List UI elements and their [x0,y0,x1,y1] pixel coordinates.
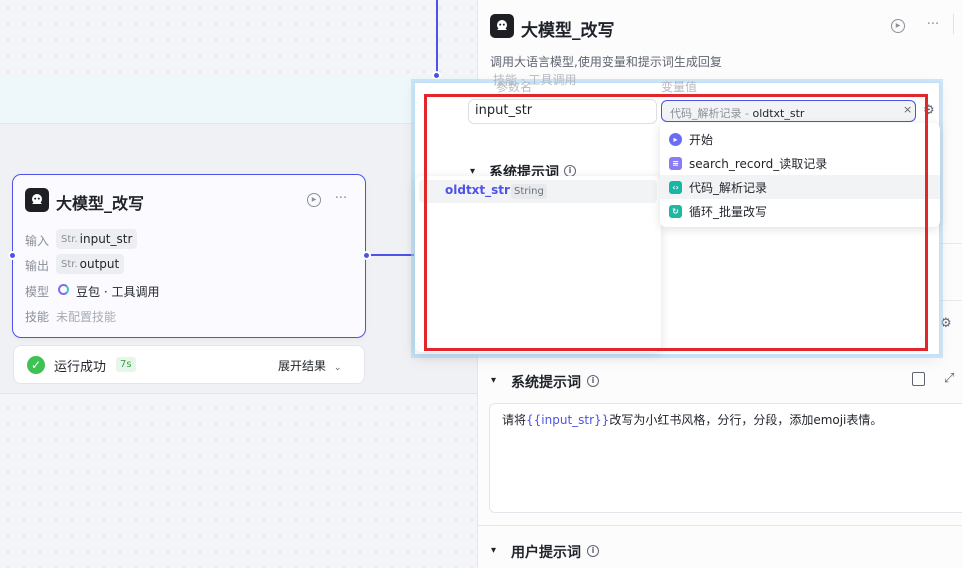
connection-line-vertical [436,0,438,75]
output-label: 输出 [25,259,50,273]
template-library-icon[interactable] [912,372,925,386]
connection-port[interactable] [432,71,441,80]
expand-result-button[interactable]: 展开结果 ⌄ [278,357,341,374]
llm-node-icon [25,188,49,212]
prompt-text: 请将 [502,413,527,427]
connection-line-horizontal [368,254,418,256]
model-label: 模型 [25,285,50,299]
llm-node-card[interactable]: 大模型_改写 ▶ ··· 输入 Str. input_str 输出 Str. o… [12,174,366,338]
highlight-annotation-box [424,94,928,351]
divider [953,14,954,34]
output-tag: Str. output [56,254,125,274]
input-label: 输入 [25,234,50,248]
divider [478,525,962,526]
panel-title: 大模型_改写 [521,21,615,41]
system-prompt-title: 系统提示词 [511,375,581,391]
expand-icon[interactable]: ⤢ [944,371,954,386]
test-run-icon[interactable]: ▶ [891,19,905,33]
run-node-icon[interactable]: ▶ [307,193,321,207]
param-value-header: 变量值 [661,80,698,94]
node-output-port[interactable] [362,251,371,260]
chevron-down-icon[interactable]: ▾ [491,375,496,386]
skill-value: 未配置技能 [56,310,117,324]
status-text: 运行成功 [54,360,107,375]
type-str: Str. [61,233,78,245]
more-icon[interactable]: ··· [333,191,349,207]
loop-node-header [0,76,478,124]
more-icon[interactable]: ··· [925,17,941,33]
output-value: output [79,257,120,271]
run-status-bar: ✓ 运行成功 7s 展开结果 ⌄ [13,345,365,384]
type-str: Str. [61,258,78,270]
skill-label: 技能 [25,310,50,324]
param-name-header: 参数名 [496,80,533,94]
input-value: input_str [79,232,133,246]
node-input-port[interactable] [8,251,17,260]
success-check-icon: ✓ [27,356,45,374]
panel-description: 调用大语言模型,使用变量和提示词生成回复 [490,55,722,69]
prompt-text: 改写为小红书风格，分行，分段，添加emoji表情。 [609,413,883,427]
chevron-down-icon[interactable]: ▾ [491,545,496,556]
chevron-down-icon: ⌄ [333,363,342,373]
llm-node-icon [490,14,514,38]
prompt-variable[interactable]: {{input_str}} [526,413,609,427]
expand-result-label: 展开结果 [278,359,327,373]
system-prompt-editor[interactable]: 请将{{input_str}}改写为小红书风格，分行，分段，添加emoji表情。 [489,403,962,513]
node-title: 大模型_改写 [56,194,145,213]
doubao-model-icon [58,284,69,295]
run-time-badge: 7s [116,357,136,372]
input-tag: Str. input_str [56,229,138,249]
user-prompt-title: 用户提示词 [511,545,581,561]
info-icon[interactable]: i [587,375,599,387]
info-icon[interactable]: i [587,545,599,557]
gear-icon[interactable]: ⚙ [940,316,952,331]
model-value: 豆包 · 工具调用 [76,285,160,299]
